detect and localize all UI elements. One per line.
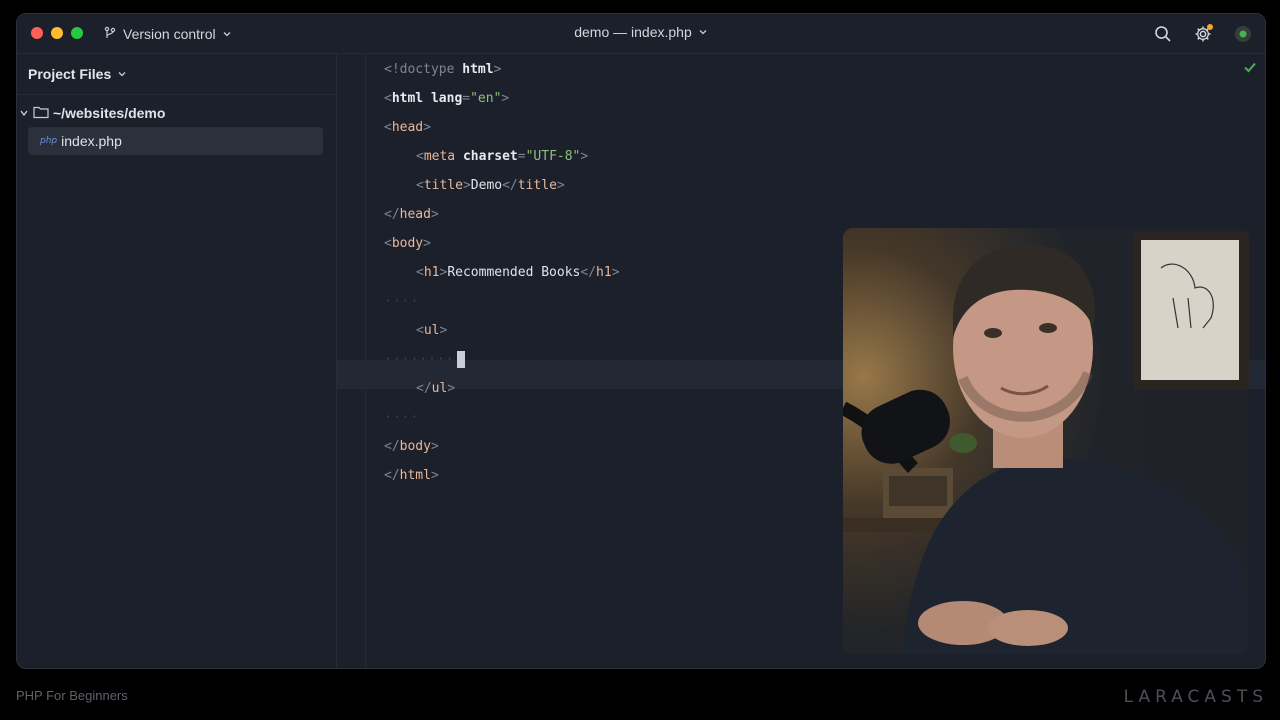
code-line-13: ···· — [384, 410, 420, 425]
code-line-5: <title>Demo</title> — [416, 178, 565, 193]
folder-icon — [33, 105, 49, 122]
notification-dot — [1207, 24, 1213, 30]
project-files-label: Project Files — [28, 66, 112, 82]
code-line-8: <h1>Recommended Books</h1> — [416, 265, 620, 280]
brand-logo: LARACASTS — [1123, 687, 1268, 707]
course-title: PHP For Beginners — [16, 688, 128, 703]
presenter-video-image — [843, 228, 1249, 654]
code-line-7: <body> — [384, 236, 431, 251]
text-cursor — [456, 351, 465, 368]
project-files-dropdown[interactable]: Project Files — [17, 54, 336, 95]
code-line-14: </body> — [384, 439, 439, 454]
code-line-10: <ul> — [416, 323, 448, 338]
code-line-6: </head> — [384, 207, 439, 222]
code-line-1: <!doctype html> — [384, 62, 502, 77]
project-title-menu[interactable]: demo — index.php — [574, 24, 708, 40]
code-line-11: ········ — [384, 345, 465, 374]
code-line-4: <meta charset="UTF-8"> — [416, 149, 589, 164]
tree-folder-demo[interactable]: ~/websites/demo — [17, 99, 336, 127]
code-line-9: ···· — [384, 294, 420, 309]
chevron-down-icon — [117, 66, 127, 82]
file-label: index.php — [61, 133, 122, 149]
folder-label: ~/websites/demo — [53, 105, 166, 121]
gear-icon[interactable] — [1191, 22, 1215, 46]
check-icon — [1244, 62, 1256, 73]
status-indicator-icon[interactable] — [1231, 22, 1255, 46]
chevron-down-icon — [698, 24, 708, 40]
code-line-3: <head> — [384, 120, 431, 135]
presenter-webcam-overlay — [843, 228, 1249, 654]
search-icon[interactable] — [1151, 22, 1175, 46]
expand-arrow-icon[interactable] — [19, 105, 29, 121]
project-sidebar: Project Files ~/websites/demo php index.… — [17, 54, 337, 668]
tree-file-index-php[interactable]: php index.php — [28, 127, 323, 155]
code-line-15: </html> — [384, 468, 439, 483]
php-file-icon: php — [40, 136, 58, 146]
window-title-container: demo — index.php — [17, 24, 1265, 40]
toolbar-right — [1151, 22, 1255, 46]
code-line-12: </ul> — [416, 381, 456, 396]
title-bar: Version control demo — index.php — [17, 14, 1265, 54]
window-title: demo — index.php — [574, 24, 692, 40]
code-line-2: <html lang="en"> — [384, 91, 510, 106]
